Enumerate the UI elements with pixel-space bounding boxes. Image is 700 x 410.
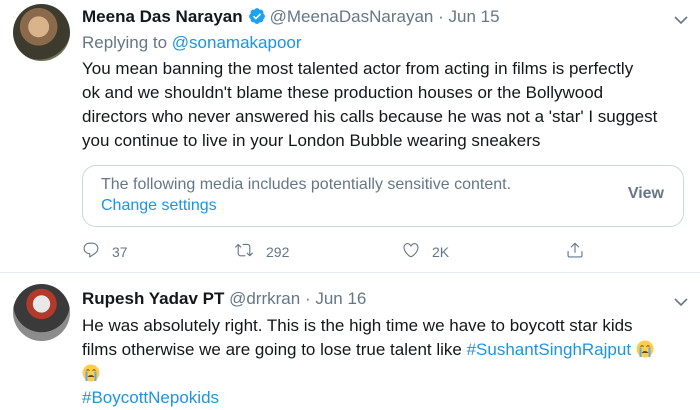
separator-dot: · bbox=[304, 289, 311, 308]
retweet-button[interactable]: 292 bbox=[234, 241, 289, 262]
separator-dot: · bbox=[438, 7, 444, 26]
author-handle[interactable]: @drrkran bbox=[229, 289, 300, 308]
retweet-count: 292 bbox=[266, 243, 290, 260]
tweet-text-line: you continue to live in your London Bubb… bbox=[82, 131, 541, 150]
author-name[interactable]: Rupesh Yadav PT bbox=[82, 289, 224, 308]
tweet-text-line: films otherwise we are going to lose tru… bbox=[82, 338, 682, 362]
tweet-text-line bbox=[82, 362, 682, 386]
tweet-date[interactable]: Jun 16 bbox=[315, 289, 366, 308]
sensitive-media-notice: The following media includes potentially… bbox=[82, 165, 684, 227]
share-button[interactable] bbox=[566, 241, 584, 262]
view-button[interactable]: View bbox=[628, 185, 664, 203]
replying-label: Replying to bbox=[82, 33, 168, 52]
loudly-crying-face-icon bbox=[636, 340, 654, 358]
like-button[interactable]: 2K bbox=[402, 241, 449, 262]
author-name[interactable]: Meena Das Narayan bbox=[82, 7, 243, 26]
hashtag-link[interactable]: #BoycottNepokids bbox=[82, 388, 219, 407]
avatar[interactable] bbox=[13, 4, 70, 61]
loudly-crying-face-icon bbox=[82, 364, 100, 382]
tweet-header: Rupesh Yadav PT @drrkran · Jun 16 bbox=[82, 289, 366, 309]
tweet-text-fragment: films otherwise we are going to lose tru… bbox=[82, 340, 462, 359]
more-options-icon[interactable] bbox=[674, 12, 688, 25]
heart-icon bbox=[402, 241, 420, 262]
tweet-actions: 37 292 2K bbox=[82, 241, 682, 263]
tweet-text-line: You mean banning the most talented actor… bbox=[82, 59, 634, 78]
tweet-text-line: #BoycottNepokids bbox=[82, 386, 682, 410]
sensitive-media-message: The following media includes potentially… bbox=[101, 176, 512, 193]
change-settings-link[interactable]: Change settings bbox=[101, 197, 217, 215]
like-count: 2K bbox=[432, 243, 450, 260]
retweet-icon bbox=[234, 241, 254, 262]
reply-count: 37 bbox=[112, 243, 128, 260]
tweet-header: Meena Das Narayan @MeenaDasNarayan · Jun … bbox=[82, 7, 500, 30]
tweet-text: He was absolutely right. This is the hig… bbox=[82, 314, 682, 410]
reply-icon bbox=[82, 241, 100, 262]
tweet-text: You mean banning the most talented actor… bbox=[82, 57, 682, 153]
tweet-text-line: He was absolutely right. This is the hig… bbox=[82, 316, 633, 335]
hashtag-link[interactable]: #SushantSinghRajput bbox=[467, 340, 631, 359]
avatar[interactable] bbox=[13, 284, 70, 341]
tweet-text-line: directors who never answered his calls b… bbox=[82, 107, 658, 126]
replying-to-mention[interactable]: @sonamakapoor bbox=[172, 33, 302, 52]
author-handle[interactable]: @MeenaDasNarayan bbox=[270, 7, 434, 26]
reply-button[interactable]: 37 bbox=[82, 241, 128, 262]
more-options-icon[interactable] bbox=[674, 294, 688, 307]
share-icon bbox=[566, 241, 584, 262]
tweet-text-line: ok and we shouldn't blame these producti… bbox=[82, 83, 604, 102]
tweet[interactable]: Meena Das Narayan @MeenaDasNarayan · Jun … bbox=[0, 0, 700, 272]
replying-to: Replying to @sonamakapoor bbox=[82, 33, 302, 53]
tweet-date[interactable]: Jun 15 bbox=[449, 7, 500, 26]
verified-badge-icon bbox=[248, 7, 266, 30]
